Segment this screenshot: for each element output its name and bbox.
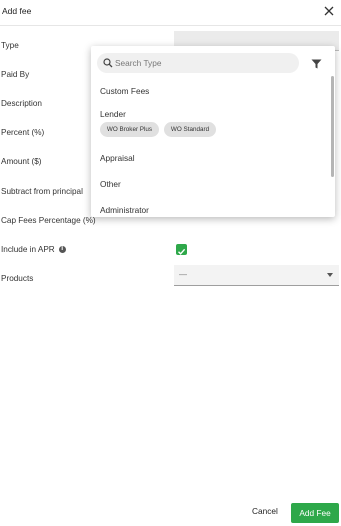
add-fee-button[interactable]: Add Fee — [291, 503, 339, 523]
dropdown-item-custom-fees[interactable]: Custom Fees — [100, 86, 149, 96]
info-icon[interactable]: i — [58, 246, 66, 254]
chevron-down-icon — [327, 273, 333, 277]
dropdown-item-lender[interactable]: Lender — [100, 109, 126, 119]
dropdown-scrollbar[interactable] — [331, 76, 334, 177]
products-value: — — [179, 270, 187, 279]
subtract-label: Subtract from principal — [1, 187, 83, 196]
checkmark-icon — [178, 248, 186, 255]
include-apr-label: Include in APR i — [1, 245, 66, 254]
dialog-header: Add fee — [0, 0, 341, 26]
close-icon[interactable] — [321, 3, 337, 19]
paid-by-label: Paid By — [1, 70, 30, 79]
products-select[interactable]: — — [174, 265, 339, 286]
chip-wo-broker-plus[interactable]: WO Broker Plus — [100, 122, 159, 137]
percent-label: Percent (%) — [1, 128, 45, 137]
search-icon — [103, 58, 113, 68]
search-box — [97, 53, 299, 73]
products-label: Products — [1, 274, 34, 283]
cancel-button[interactable]: Cancel — [252, 506, 278, 516]
dropdown-item-appraisal[interactable]: Appraisal — [100, 153, 135, 163]
type-dropdown: Custom Fees Lender WO Broker Plus WO Sta… — [91, 46, 335, 217]
dropdown-item-other[interactable]: Other — [100, 179, 121, 189]
dropdown-item-administrator[interactable]: Administrator — [100, 205, 149, 215]
amount-label: Amount ($) — [1, 157, 42, 166]
include-apr-text: Include in APR — [1, 245, 55, 254]
cap-fees-label: Cap Fees Percentage (%) — [1, 216, 96, 225]
description-label: Description — [1, 99, 42, 108]
chip-wo-standard[interactable]: WO Standard — [164, 122, 216, 137]
include-apr-checkbox[interactable] — [176, 244, 187, 255]
dialog-title: Add fee — [2, 6, 32, 16]
type-label: Type — [1, 41, 19, 50]
filter-icon[interactable] — [311, 59, 322, 69]
search-input[interactable] — [115, 56, 290, 70]
